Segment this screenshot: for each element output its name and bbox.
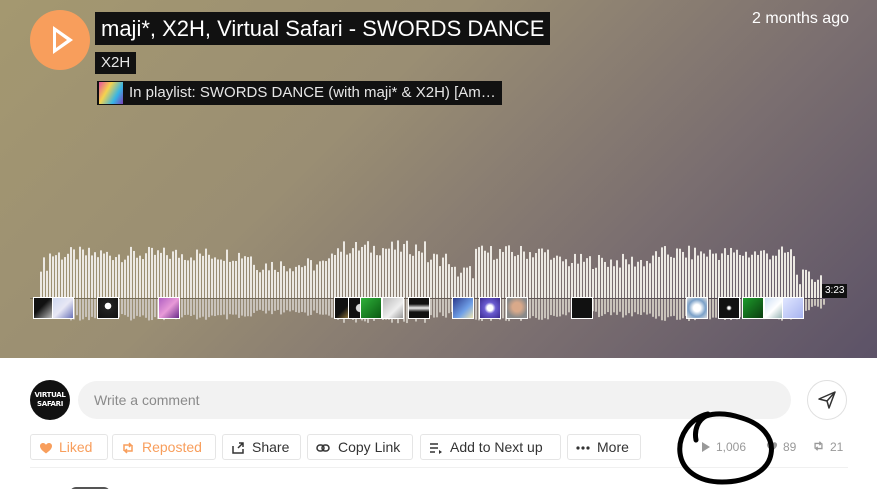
copy-link-label: Copy Link <box>338 439 401 455</box>
waveform-comments <box>0 297 877 321</box>
play-icon <box>53 26 73 54</box>
comment-avatar[interactable] <box>408 297 430 319</box>
more-icon <box>576 446 590 450</box>
divider <box>30 467 848 468</box>
add-to-next-up-label: Add to Next up <box>450 439 543 455</box>
comment-avatar[interactable] <box>382 297 404 319</box>
comment-avatar[interactable] <box>360 297 382 319</box>
copy-link-button[interactable]: Copy Link <box>307 434 413 460</box>
plays-count: 1,006 <box>701 439 746 455</box>
comment-avatar[interactable] <box>97 297 119 319</box>
comment-avatar[interactable] <box>452 297 474 319</box>
track-artist[interactable]: X2H <box>95 52 137 74</box>
send-icon <box>818 391 836 409</box>
more-label: More <box>597 439 629 455</box>
comment-input[interactable] <box>78 381 791 419</box>
comment-avatar[interactable] <box>158 297 180 319</box>
likes-count[interactable]: 89 <box>766 439 796 455</box>
share-icon <box>232 442 244 454</box>
repost-icon <box>123 442 133 454</box>
queue-icon <box>430 443 442 454</box>
comment-avatar[interactable] <box>479 297 501 319</box>
comment-avatar[interactable] <box>52 297 74 319</box>
reposts-count[interactable]: 21 <box>812 439 843 455</box>
reposted-label: Reposted <box>142 439 202 455</box>
reposts-value: 21 <box>830 440 844 454</box>
track-duration: 3:23 <box>822 284 848 298</box>
add-to-next-up-button[interactable]: Add to Next up <box>420 434 561 460</box>
share-button[interactable]: Share <box>222 434 301 460</box>
user-avatar[interactable]: VIRTUAL SAFARI <box>30 380 70 420</box>
liked-button[interactable]: Liked <box>30 434 108 460</box>
track-title[interactable]: maji*, X2H, Virtual Safari - SWORDS DANC… <box>95 12 551 45</box>
comment-avatar[interactable] <box>571 297 593 319</box>
track-hero: maji*, X2H, Virtual Safari - SWORDS DANC… <box>0 0 877 358</box>
play-button[interactable] <box>30 10 90 70</box>
heart-icon <box>40 443 52 454</box>
share-label: Share <box>252 439 290 455</box>
reposts-icon <box>814 441 823 451</box>
playlist-thumbnail <box>99 82 123 104</box>
likes-value: 89 <box>783 440 797 454</box>
link-icon <box>316 444 330 452</box>
comment-avatar[interactable] <box>686 297 708 319</box>
reposted-button[interactable]: Reposted <box>112 434 216 460</box>
playlist-label: In playlist: SWORDS DANCE (with maji* & … <box>129 84 496 101</box>
play-count-icon <box>702 442 710 452</box>
more-button[interactable]: More <box>567 434 641 460</box>
comment-avatar[interactable] <box>718 297 740 319</box>
comment-avatar[interactable] <box>782 297 804 319</box>
send-comment-button[interactable] <box>807 380 847 420</box>
comment-avatar[interactable] <box>742 297 764 319</box>
liked-label: Liked <box>59 439 93 455</box>
posted-time: 2 months ago <box>752 10 849 27</box>
plays-value: 1,006 <box>716 440 747 454</box>
likes-icon <box>766 442 778 452</box>
comment-avatar[interactable] <box>506 297 528 319</box>
comment-row: VIRTUAL SAFARI <box>30 380 850 422</box>
playlist-link[interactable]: In playlist: SWORDS DANCE (with maji* & … <box>97 81 502 105</box>
